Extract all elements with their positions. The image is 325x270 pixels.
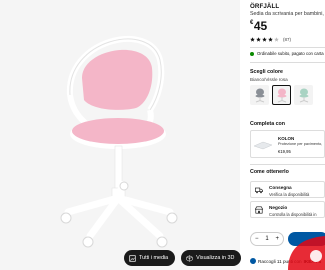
- star-icon: [262, 37, 267, 42]
- complementary-product-price: €19,95: [278, 149, 291, 154]
- availability-status: Ordinabile subito, pagato con carta: [250, 51, 324, 56]
- star-icon: [268, 37, 273, 42]
- delivery-option[interactable]: Consegna Verifica la disponibilità: [250, 181, 325, 198]
- availability-text: Ordinabile subito, pagato con carta: [257, 51, 324, 56]
- chair-thumbnail-grey: [255, 88, 264, 103]
- store-icon: [255, 206, 263, 214]
- product-description: Sedia da scrivania per bambini,: [250, 11, 324, 17]
- star-half-icon: [274, 37, 279, 42]
- chair-thumbnail-pink: [277, 88, 286, 103]
- divider: [250, 47, 325, 48]
- product-name: ÖRFJÄLL: [250, 3, 280, 10]
- watermark-logo: [288, 236, 325, 270]
- truck-icon: [255, 187, 263, 194]
- complementary-product-description: Protezione per pavimento,: [278, 142, 323, 146]
- store-option-subtitle: Controlla la disponibilità in: [269, 211, 317, 217]
- complementary-product-card[interactable]: KOLON Protezione per pavimento, €19,95: [250, 130, 325, 158]
- complete-with-heading: Completa con: [250, 121, 286, 127]
- cube-3d-icon: [186, 254, 193, 262]
- color-swatch-green[interactable]: [294, 85, 313, 105]
- status-dot-icon: [250, 51, 254, 56]
- store-option-title: Negozio: [269, 205, 288, 210]
- color-swatch-grey[interactable]: [250, 85, 269, 105]
- delivery-option-title: Consegna: [269, 185, 292, 190]
- loyalty-icon: [250, 258, 256, 264]
- rating-count: (87): [283, 37, 292, 42]
- chair-image: [0, 0, 240, 270]
- gallery-icon: [129, 254, 136, 262]
- price-currency: €: [250, 20, 254, 26]
- view-3d-label: Visualizza in 3D: [196, 255, 235, 261]
- how-to-get-heading: Come ottenerlo: [250, 169, 289, 175]
- color-swatches: [250, 85, 313, 105]
- divider: [250, 164, 325, 165]
- product-price: €45: [250, 19, 267, 33]
- view-3d-button[interactable]: Visualizza in 3D: [181, 250, 242, 266]
- star-icon: [256, 37, 261, 42]
- delivery-option-subtitle: Verifica la disponibilità: [269, 191, 310, 197]
- quantity-value: 1: [265, 236, 269, 242]
- store-option[interactable]: Negozio Controlla la disponibilità in: [250, 201, 325, 218]
- rating-stars[interactable]: (87): [250, 37, 291, 42]
- price-value: 45: [253, 19, 268, 33]
- all-media-label: Tutti i media: [139, 255, 169, 261]
- all-media-button[interactable]: Tutti i media: [124, 250, 176, 266]
- quantity-decrease-button[interactable]: −: [255, 236, 259, 242]
- chair-thumbnail-green: [299, 88, 308, 103]
- star-icon: [250, 37, 255, 42]
- product-image-area: Tutti i media Visualizza in 3D: [0, 0, 242, 270]
- choose-color-heading: Scegli colore: [250, 69, 283, 75]
- floor-protector-thumbnail: [253, 141, 273, 150]
- color-swatch-pink[interactable]: [272, 85, 291, 105]
- selected-color-label: Bianco/Vissle rosa: [250, 77, 288, 82]
- complementary-product-name: KOLON: [278, 136, 295, 141]
- divider: [250, 62, 325, 63]
